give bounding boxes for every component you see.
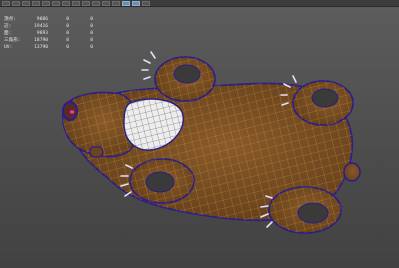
- scale-icon[interactable]: [52, 0, 60, 6]
- viewport-toolbar: [0, 0, 399, 7]
- hud-row-uvs: UV: 13790 0 0: [4, 45, 93, 50]
- wireframe-icon[interactable]: [142, 0, 150, 6]
- shade-icon[interactable]: [132, 0, 140, 6]
- snap-view-icon[interactable]: [92, 0, 100, 6]
- bear-tail: [343, 162, 361, 182]
- hud-row-faces: 面: 9893 0 0: [4, 31, 93, 36]
- select-icon[interactable]: [2, 0, 10, 6]
- rotate-icon[interactable]: [42, 0, 50, 6]
- lasso-icon[interactable]: [12, 0, 20, 6]
- snap-curve-icon[interactable]: [72, 0, 80, 6]
- render-icon[interactable]: [102, 0, 110, 6]
- ipr-icon[interactable]: [112, 0, 120, 6]
- 3d-viewport[interactable]: 頂点: 9886 0 0 辺: 19416 0 0 面: 9893 0 0 三角…: [0, 7, 399, 268]
- hud-row-vertices: 頂点: 9886 0 0: [4, 17, 93, 22]
- settings-icon[interactable]: [122, 0, 130, 6]
- paint-icon[interactable]: [22, 0, 30, 6]
- snap-grid-icon[interactable]: [62, 0, 70, 6]
- hud-row-edges: 辺: 19416 0 0: [4, 24, 93, 29]
- move-icon[interactable]: [32, 0, 40, 6]
- poly-count-hud: 頂点: 9886 0 0 辺: 19416 0 0 面: 9893 0 0 三角…: [4, 16, 93, 51]
- snap-point-icon[interactable]: [82, 0, 90, 6]
- hud-row-triangles: 三角形: 18790 0 0: [4, 38, 93, 43]
